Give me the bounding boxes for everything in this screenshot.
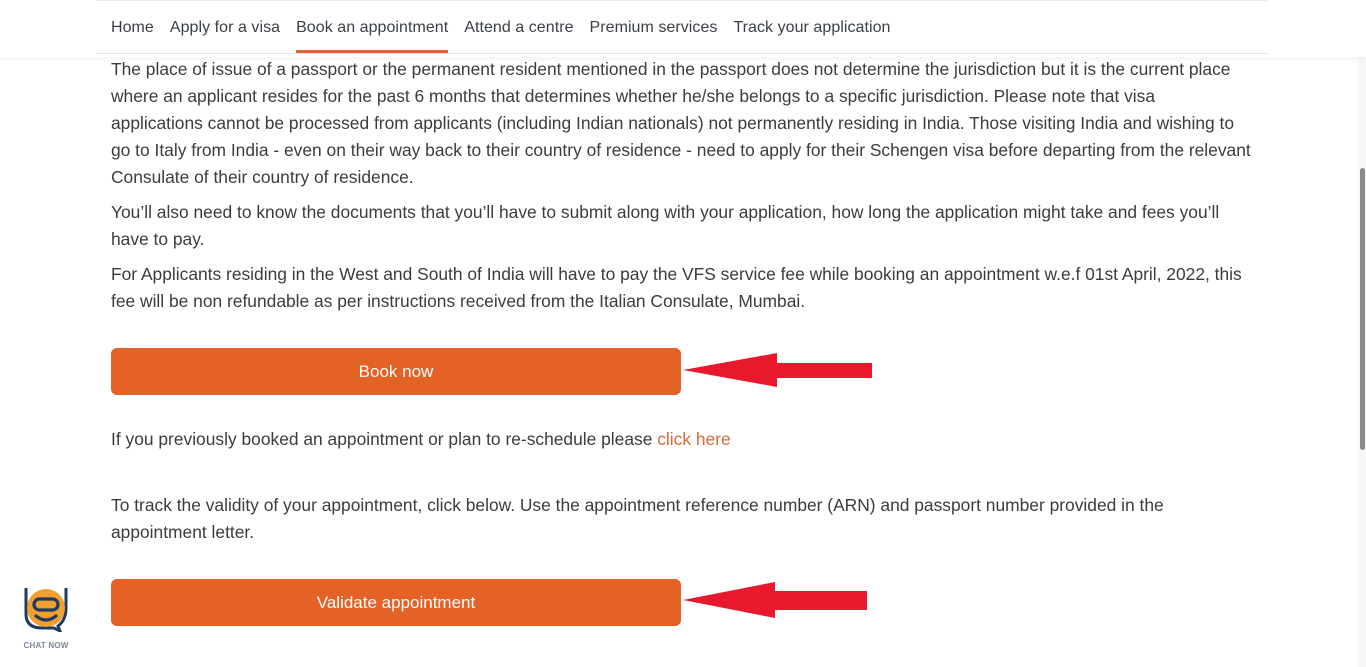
- reschedule-text: If you previously booked an appointment …: [111, 426, 731, 453]
- nav-item-attend-a-centre[interactable]: Attend a centre: [456, 1, 581, 54]
- main-nav: Home Apply for a visa Book an appointmen…: [111, 1, 898, 54]
- validate-appointment-button[interactable]: Validate appointment: [111, 579, 681, 626]
- nav-item-track-your-application[interactable]: Track your application: [725, 1, 898, 54]
- nav-item-premium-services[interactable]: Premium services: [582, 1, 726, 54]
- service-fee-paragraph: For Applicants residing in the West and …: [111, 264, 1242, 311]
- chat-now-label: CHAT NOW: [23, 641, 69, 650]
- main-content: The place of issue of a passport or the …: [111, 56, 1251, 315]
- track-validity-text: To track the validity of your appointmen…: [111, 495, 1164, 542]
- chatbot-icon: [24, 588, 68, 632]
- documents-paragraph: You’ll also need to know the documents t…: [111, 202, 1220, 249]
- nav-item-home[interactable]: Home: [111, 1, 162, 54]
- nav-item-book-an-appointment[interactable]: Book an appointment: [288, 1, 456, 54]
- red-arrow-annotation-icon: [683, 582, 867, 618]
- nav-container: Home Apply for a visa Book an appointmen…: [96, 0, 1267, 54]
- top-navigation-bar: Home Apply for a visa Book an appointmen…: [0, 0, 1366, 57]
- scrollbar-thumb[interactable]: [1360, 168, 1365, 450]
- red-arrow-annotation-icon: [683, 353, 872, 387]
- click-here-link[interactable]: click here: [657, 429, 730, 449]
- reschedule-label: If you previously booked an appointment …: [111, 429, 658, 449]
- nav-item-apply-for-a-visa[interactable]: Apply for a visa: [162, 1, 288, 54]
- book-now-button[interactable]: Book now: [111, 348, 681, 395]
- jurisdiction-paragraph: The place of issue of a passport or the …: [111, 59, 1251, 187]
- chat-now-widget[interactable]: CHAT NOW: [18, 584, 74, 650]
